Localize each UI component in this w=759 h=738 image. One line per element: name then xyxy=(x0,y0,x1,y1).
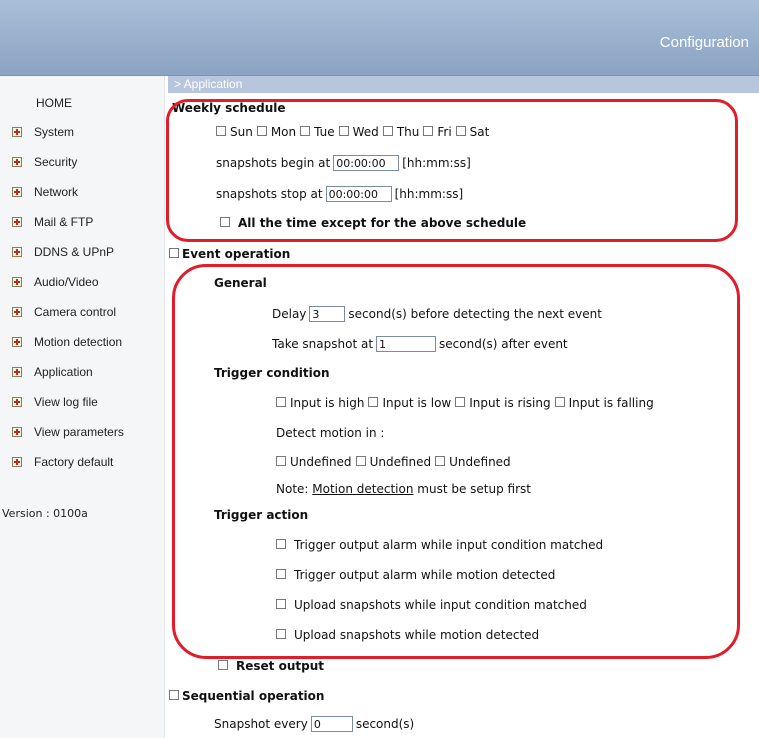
expand-plus-icon xyxy=(12,277,22,287)
expand-plus-icon xyxy=(12,397,22,407)
sidebar-item-network[interactable]: Network xyxy=(12,183,78,201)
expand-plus-icon xyxy=(12,427,22,437)
sidebar-item-label: Application xyxy=(34,365,93,379)
expand-plus-icon xyxy=(12,307,22,317)
expand-plus-icon xyxy=(12,457,22,467)
expand-plus-icon xyxy=(12,247,22,257)
sidebar-item-label: Network xyxy=(34,185,79,199)
sidebar-item-label: Factory default xyxy=(34,455,114,469)
sidebar-item-label: View parameters xyxy=(34,425,124,439)
event-operation-callout xyxy=(172,264,740,659)
reset-output-row[interactable]: Reset output xyxy=(218,659,324,673)
event-operation-title: Event operation xyxy=(182,247,291,261)
sidebar-item-label: Mail & FTP xyxy=(34,215,94,229)
sidebar-item-system[interactable]: System xyxy=(12,123,74,141)
sidebar-item-motion-detection[interactable]: Motion detection xyxy=(12,333,122,351)
expand-plus-icon xyxy=(12,367,22,377)
expand-plus-icon xyxy=(12,127,22,137)
sidebar-item-ddns-upnp[interactable]: DDNS & UPnP xyxy=(12,243,114,261)
sidebar-item-factory-default[interactable]: Factory default xyxy=(12,453,113,471)
sidebar-item-label: Camera control xyxy=(34,305,117,319)
expand-plus-icon xyxy=(12,157,22,167)
sequential-operation-checkbox[interactable] xyxy=(169,690,179,700)
sidebar-item-label: Security xyxy=(34,155,78,169)
sidebar-home-link[interactable]: HOME xyxy=(36,96,72,110)
version-text: Version : 0100a xyxy=(2,507,88,520)
page-title: Configuration xyxy=(659,34,749,51)
sidebar-item-audio-video[interactable]: Audio/Video xyxy=(12,273,99,291)
sequential-operation-row[interactable]: Sequential operation xyxy=(169,689,324,703)
sidebar-item-label: Motion detection xyxy=(34,335,123,349)
sidebar-item-label: DDNS & UPnP xyxy=(34,245,115,259)
header-bar: Configuration xyxy=(0,0,759,76)
snapshot-interval-input[interactable]: 0 xyxy=(310,716,353,732)
snapshot-interval-label: Snapshot every xyxy=(214,717,308,731)
expand-plus-icon xyxy=(12,217,22,227)
reset-output-label: Reset output xyxy=(236,659,324,673)
sidebar-item-view-parameters[interactable]: View parameters xyxy=(12,423,124,441)
sidebar-item-label: View log file xyxy=(34,395,98,409)
event-operation-row[interactable]: Event operation xyxy=(169,247,290,261)
expand-plus-icon xyxy=(12,337,22,347)
sidebar-item-security[interactable]: Security xyxy=(12,153,77,171)
breadcrumb: > Application xyxy=(174,77,243,91)
expand-plus-icon xyxy=(12,187,22,197)
section-header: > Application xyxy=(168,76,759,93)
sidebar-item-camera-control[interactable]: Camera control xyxy=(12,303,116,321)
sidebar-item-mail-ftp[interactable]: Mail & FTP xyxy=(12,213,93,231)
event-operation-checkbox[interactable] xyxy=(169,248,179,258)
reset-output-checkbox[interactable] xyxy=(218,660,228,670)
snapshot-interval-suffix: second(s) xyxy=(355,717,415,731)
sidebar-item-label: Audio/Video xyxy=(34,275,99,289)
sequential-operation-title: Sequential operation xyxy=(182,689,325,703)
sidebar: HOME System Security Network Mail & FTP … xyxy=(0,76,165,738)
snapshot-interval-row: Snapshot every 0 second(s) xyxy=(214,716,414,732)
sidebar-item-label: System xyxy=(34,125,75,139)
sidebar-item-application[interactable]: Application xyxy=(12,363,93,381)
sidebar-item-view-log-file[interactable]: View log file xyxy=(12,393,98,411)
weekly-schedule-callout xyxy=(166,99,738,242)
